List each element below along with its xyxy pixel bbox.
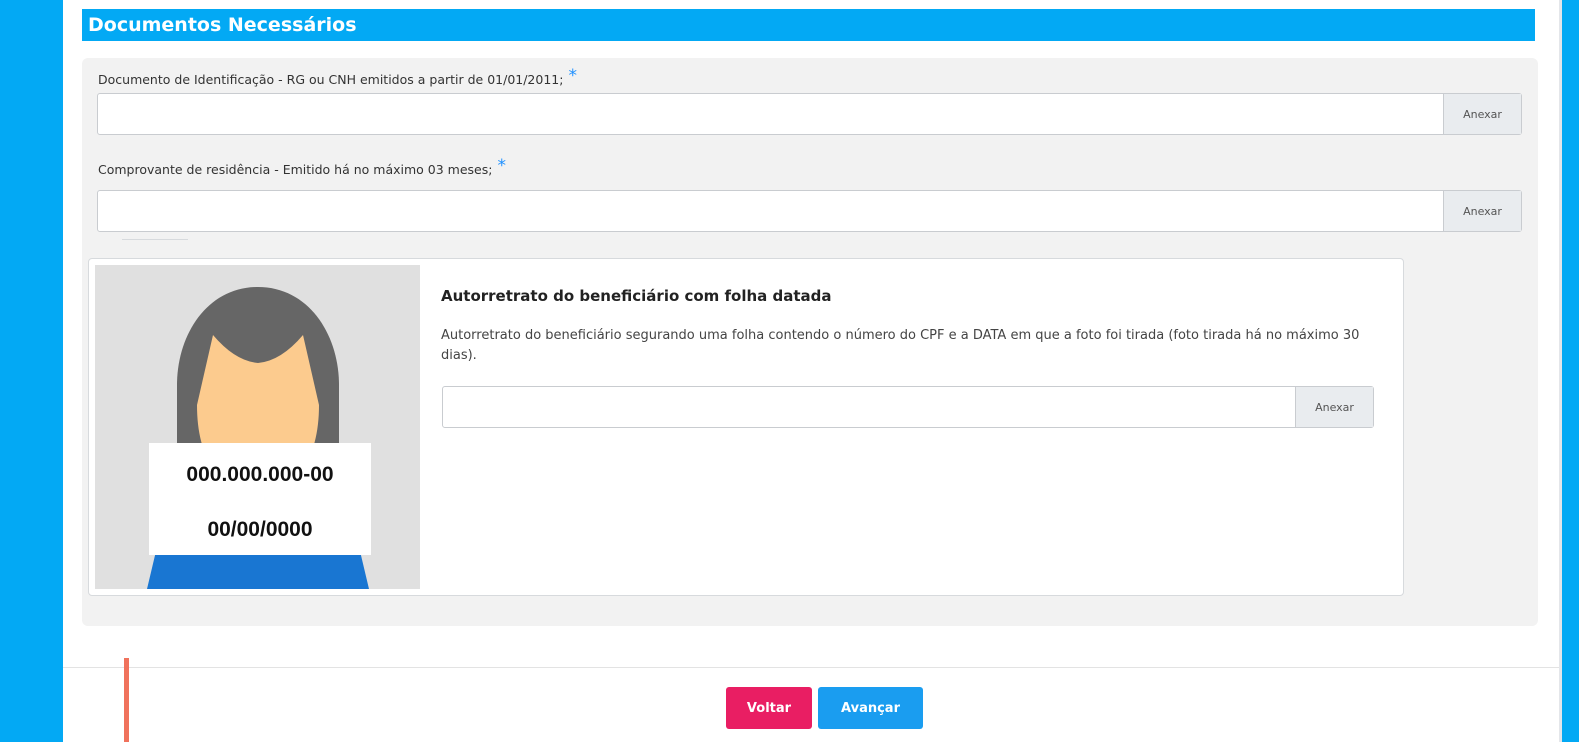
- selfie-card: 000.000.000-00 00/00/0000 Autorretrato d…: [88, 258, 1404, 596]
- residence-proof-label: Comprovante de residência - Emitido há n…: [98, 156, 506, 177]
- section-title: Documentos Necessários: [88, 14, 357, 36]
- right-sidebar-bar: [1559, 0, 1579, 742]
- id-document-file-input[interactable]: [98, 94, 1443, 134]
- id-document-label-text: Documento de Identificação - RG ou CNH e…: [98, 72, 564, 87]
- id-document-label: Documento de Identificação - RG ou CNH e…: [98, 66, 577, 87]
- selfie-description: Autorretrato do beneficiário segurando u…: [441, 328, 1360, 363]
- residence-proof-upload: Anexar: [97, 190, 1522, 232]
- selfie-title: Autorretrato do beneficiário com folha d…: [441, 287, 832, 305]
- back-button[interactable]: Voltar: [726, 687, 812, 729]
- selfie-example-image: 000.000.000-00 00/00/0000: [95, 265, 420, 589]
- section-header: Documentos Necessários: [82, 9, 1535, 41]
- residence-proof-attach-button[interactable]: Anexar: [1443, 191, 1521, 231]
- selfie-attach-button[interactable]: Anexar: [1295, 387, 1373, 427]
- selfie-illustration: 000.000.000-00 00/00/0000: [95, 265, 420, 589]
- ghost-tab: [122, 231, 188, 240]
- residence-proof-file-input[interactable]: [98, 191, 1443, 231]
- selfie-file-input[interactable]: [443, 387, 1295, 427]
- selfie-upload: Anexar: [442, 386, 1374, 428]
- next-button[interactable]: Avançar: [818, 687, 923, 729]
- id-document-upload: Anexar: [97, 93, 1522, 135]
- orange-marker: [124, 658, 129, 742]
- residence-proof-label-text: Comprovante de residência - Emitido há n…: [98, 162, 493, 177]
- left-sidebar-bar: [0, 0, 63, 742]
- sample-date-text: 00/00/0000: [207, 518, 312, 541]
- sample-cpf-text: 000.000.000-00: [186, 463, 333, 486]
- footer-divider: [63, 667, 1559, 668]
- required-asterisk: *: [497, 156, 506, 176]
- id-document-attach-button[interactable]: Anexar: [1443, 94, 1521, 134]
- required-asterisk: *: [568, 66, 577, 86]
